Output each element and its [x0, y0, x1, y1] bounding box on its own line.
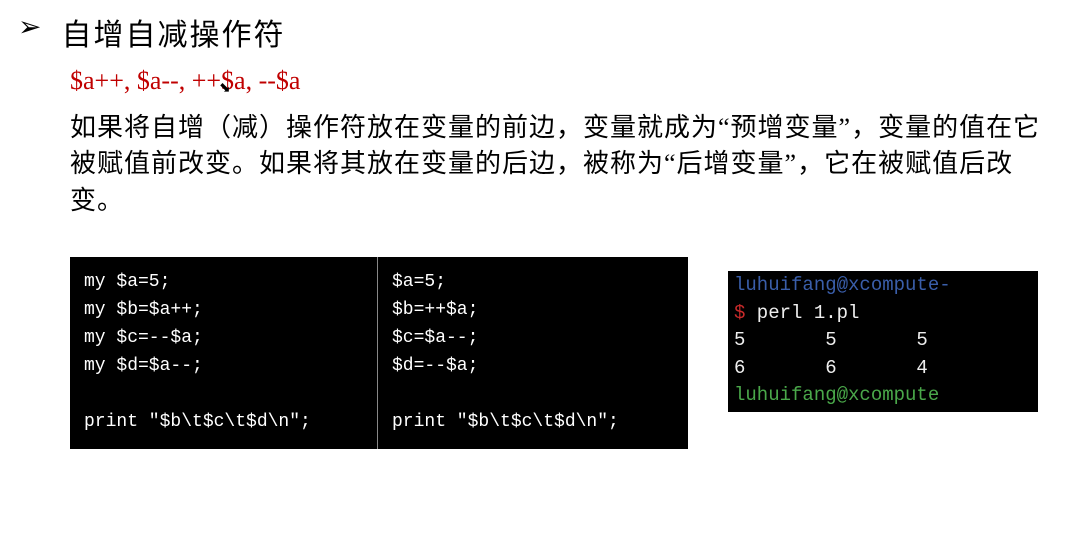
code-panels-row: my $a=5; my $b=$a++; my $c=--$a; my $d=$…: [70, 257, 1080, 448]
description-paragraph: 如果将自增（减）操作符放在变量的前边，变量就成为“预增变量”，变量的值在它被赋值…: [70, 110, 1050, 219]
bullet-arrow-icon: ➢: [18, 10, 41, 43]
terminal-hostname-2: luhuifang@xcompute: [734, 384, 939, 406]
terminal-output-row-2: 6 6 4: [734, 357, 928, 379]
terminal-command: perl 1.pl: [745, 302, 859, 324]
terminal-hostname: luhuifang@xcompute-: [734, 274, 951, 296]
terminal-output-panel: luhuifang@xcompute- $ perl 1.pl 5 5 5 6 …: [728, 271, 1038, 412]
operators-example: $a++, $a--, ++$a, --$a: [70, 66, 1080, 96]
header-row: ➢ 自增自减操作符: [0, 10, 1080, 54]
code-panel-left: my $a=5; my $b=$a++; my $c=--$a; my $d=$…: [70, 257, 378, 448]
code-panel-middle: $a=5; $b=++$a; $c=$a--; $d=--$a; print "…: [378, 257, 688, 448]
terminal-prompt-symbol: $: [734, 302, 745, 324]
page-title: 自增自减操作符: [61, 10, 285, 54]
terminal-output-row-1: 5 5 5: [734, 329, 928, 351]
